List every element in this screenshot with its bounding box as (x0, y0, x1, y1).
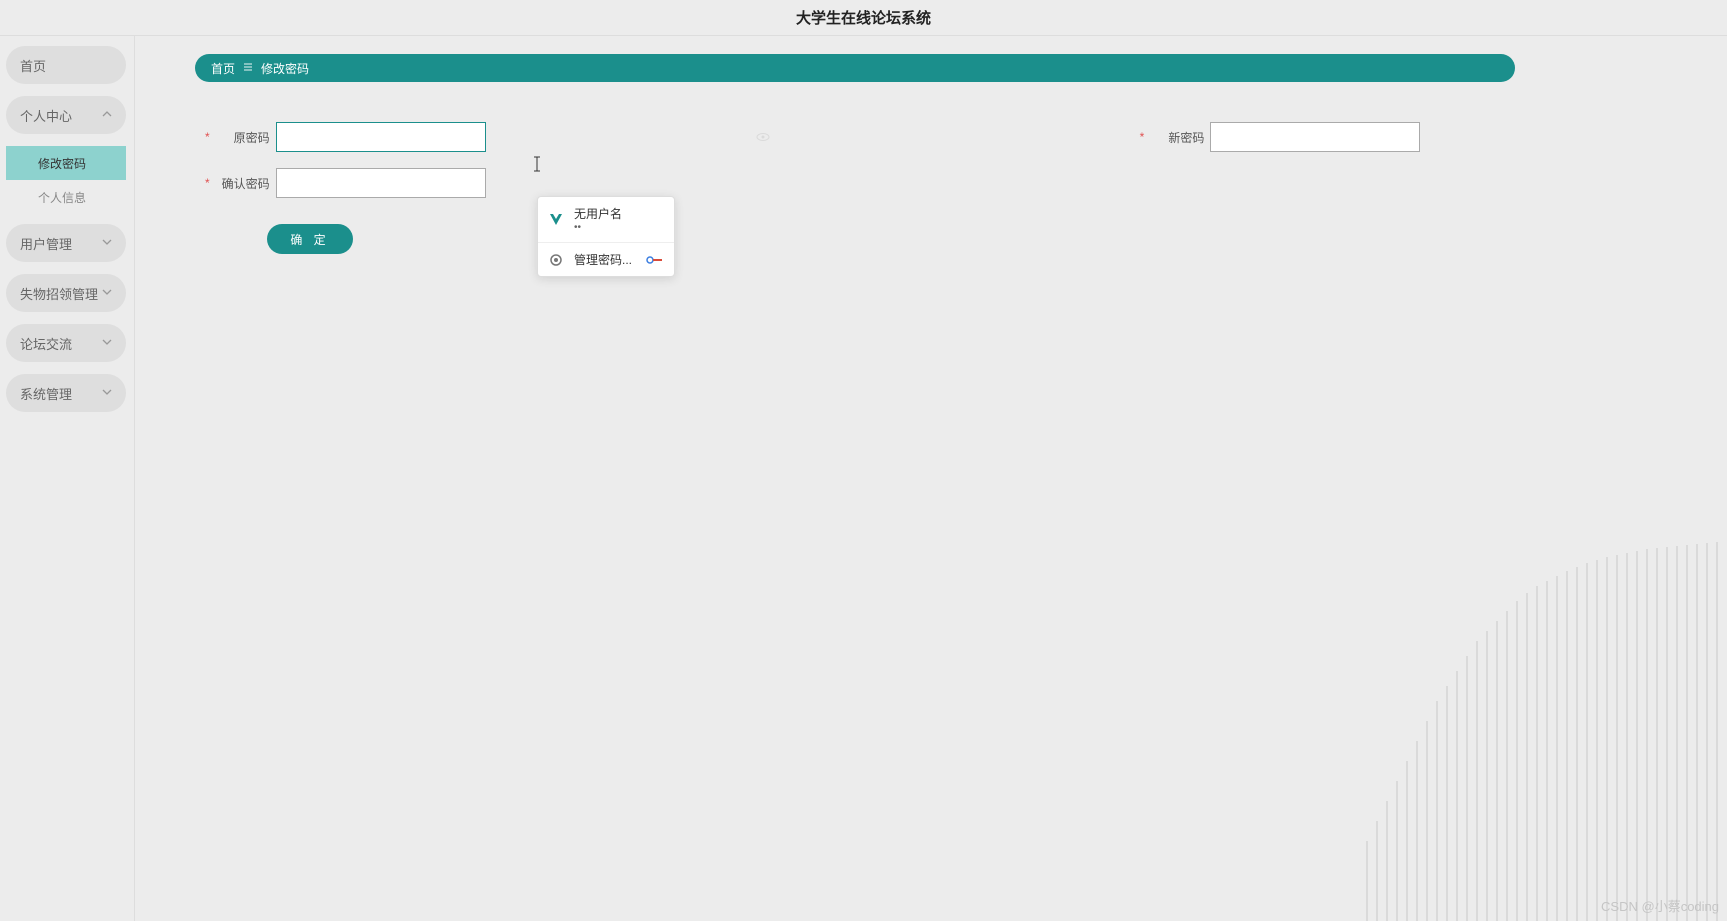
new-password-label: 新密码 (1148, 129, 1204, 146)
gear-icon (548, 252, 564, 268)
old-password-input[interactable] (276, 122, 486, 152)
sidebar-item-forum[interactable]: 论坛交流 (6, 324, 126, 362)
sidebar-item-system[interactable]: 系统管理 (6, 374, 126, 412)
old-password-field: * 原密码 (205, 122, 770, 152)
sidebar-item-home[interactable]: 首页 (6, 46, 126, 84)
chevron-down-icon (102, 287, 112, 300)
sidebar-item-user-manage[interactable]: 用户管理 (6, 224, 126, 262)
submenu-item-personal-info[interactable]: 个人信息 (6, 180, 126, 214)
eye-icon[interactable] (756, 130, 770, 144)
required-marker: * (205, 130, 210, 144)
watermark: CSDN @小蔡coding (1601, 896, 1719, 915)
submenu-item-label: 修改密码 (38, 155, 86, 172)
main-layout: 首页 个人中心 修改密码 个人信息 用户管理 失物招领管理 (0, 36, 1727, 921)
vue-logo-icon (548, 212, 564, 228)
confirm-password-field: * 确认密码 (205, 168, 1727, 198)
old-password-label: 原密码 (214, 129, 270, 146)
decorative-lines-icon (1347, 541, 1727, 921)
key-icon (646, 254, 664, 266)
content-area: 首页 修改密码 * 原密码 * 新密码 (135, 36, 1727, 921)
sidebar-item-label: 失物招领管理 (20, 284, 98, 303)
change-password-form: * 原密码 * 新密码 * 确认密码 确 定 (195, 122, 1727, 254)
chevron-down-icon (102, 237, 112, 250)
chevron-down-icon (102, 337, 112, 350)
submenu-item-label: 个人信息 (38, 189, 86, 206)
submit-button[interactable]: 确 定 (267, 224, 353, 254)
manage-passwords[interactable]: 管理密码... (538, 243, 674, 276)
sidebar-item-personal-center[interactable]: 个人中心 (6, 96, 126, 134)
manage-passwords-label: 管理密码... (574, 251, 632, 268)
new-password-field: * 新密码 (1140, 122, 1421, 152)
required-marker: * (1140, 130, 1145, 144)
chevron-up-icon (102, 109, 112, 122)
breadcrumb-home[interactable]: 首页 (211, 60, 235, 77)
confirm-password-label: 确认密码 (214, 175, 270, 192)
sidebar-item-label: 论坛交流 (20, 334, 72, 353)
submenu-item-change-password[interactable]: 修改密码 (6, 146, 126, 180)
autofill-suggestion[interactable]: 无用户名 •• (538, 197, 674, 243)
sidebar-item-label: 用户管理 (20, 234, 72, 253)
chevron-down-icon (102, 387, 112, 400)
app-header: 大学生在线论坛系统 (0, 0, 1727, 36)
sidebar-item-label: 首页 (20, 56, 46, 75)
password-autofill-popup: 无用户名 •• 管理密码... (537, 196, 675, 277)
breadcrumb-current: 修改密码 (261, 60, 309, 77)
required-marker: * (205, 176, 210, 190)
confirm-password-input[interactable] (276, 168, 486, 198)
new-password-input[interactable] (1210, 122, 1420, 152)
breadcrumb: 首页 修改密码 (195, 54, 1515, 82)
autofill-username: 无用户名 (574, 205, 622, 222)
sidebar: 首页 个人中心 修改密码 个人信息 用户管理 失物招领管理 (0, 36, 135, 921)
app-title: 大学生在线论坛系统 (796, 7, 931, 28)
sidebar-item-label: 系统管理 (20, 384, 72, 403)
breadcrumb-separator-icon (243, 62, 253, 75)
sidebar-item-label: 个人中心 (20, 106, 72, 125)
sidebar-item-lost-found[interactable]: 失物招领管理 (6, 274, 126, 312)
submenu-personal-center: 修改密码 个人信息 (6, 146, 134, 214)
autofill-password-mask: •• (574, 222, 622, 234)
